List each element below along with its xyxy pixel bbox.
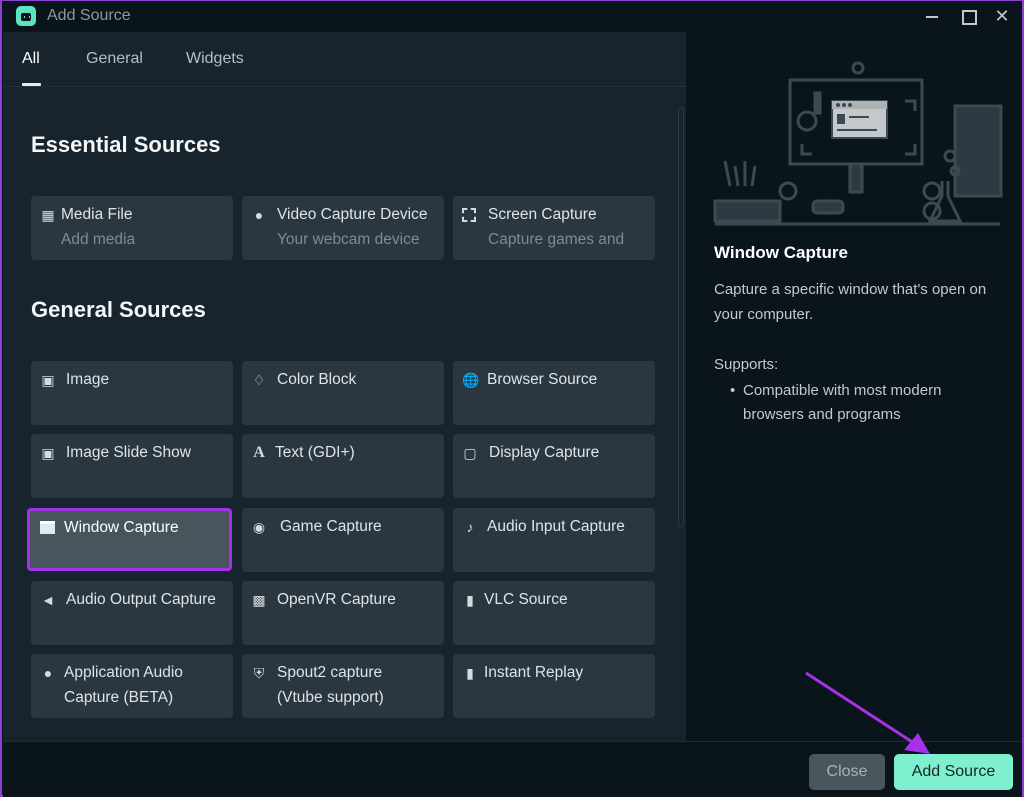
microphone-icon: ♪	[466, 519, 474, 535]
window-capture-illustration	[713, 61, 1003, 226]
user-icon: ●	[43, 665, 53, 681]
title-bar: Add Source ✕	[2, 1, 1022, 32]
screen-select-icon	[462, 208, 476, 222]
source-card-spout2-capture[interactable]: ⛨ Spout2 capture (Vtube support)	[242, 654, 444, 718]
source-card-audio-output-capture[interactable]: ◄ Audio Output Capture	[31, 581, 233, 645]
source-label: Video Capture Device	[277, 206, 428, 223]
source-label: Audio Output Capture	[66, 591, 216, 608]
source-card-application-audio-capture[interactable]: ● Application Audio Capture (BETA)	[31, 654, 233, 718]
source-label: Browser Source	[487, 371, 598, 388]
webcam-dot-icon	[851, 61, 865, 75]
supports-label: Supports:	[714, 356, 779, 373]
source-label-line2: Capture (BETA)	[64, 689, 174, 706]
file-icon: ▦	[41, 207, 55, 223]
source-card-instant-replay[interactable]: ▮ Instant Replay	[453, 654, 655, 718]
speaker-icon: ◄	[41, 592, 55, 608]
category-tabs: All General Widgets	[3, 32, 686, 87]
supports-list: Compatible with most modern browsers and…	[730, 379, 983, 427]
section-title-essential: Essential Sources	[31, 132, 221, 157]
section-title-general: General Sources	[31, 297, 206, 322]
source-card-openvr-capture[interactable]: ▩ OpenVR Capture	[242, 581, 444, 645]
shield-icon: ⛨	[253, 665, 265, 681]
pc-tower-icon	[953, 104, 1003, 198]
dialog-footer: Close Add Source	[3, 741, 1022, 797]
source-label: Image	[66, 371, 110, 388]
file-icon: ▮	[466, 665, 474, 681]
source-label: Window Capture	[64, 519, 179, 536]
source-description: Add media	[61, 231, 136, 248]
tab-general[interactable]: General	[86, 50, 143, 68]
detail-title: Window Capture	[714, 243, 848, 262]
window-icon	[40, 521, 55, 534]
source-card-text-gdi[interactable]: A Text (GDI+)	[242, 434, 444, 498]
source-card-window-capture[interactable]: Window Capture	[27, 508, 232, 571]
close-window-button[interactable]: ✕	[991, 5, 1013, 27]
text-icon: A	[253, 444, 265, 461]
source-label: VLC Source	[484, 591, 568, 608]
source-label: Game Capture	[280, 518, 382, 535]
source-label: Instant Replay	[484, 664, 584, 681]
source-card-video-capture-device[interactable]: ● Video Capture Device Your webcam devic…	[242, 196, 444, 260]
source-card-vlc-source[interactable]: ▮ VLC Source	[453, 581, 655, 645]
source-card-browser-source[interactable]: 🌐 Browser Source	[453, 361, 655, 425]
source-card-image[interactable]: ▣ Image	[31, 361, 233, 425]
source-label: Image Slide Show	[66, 444, 191, 461]
source-description: Capture games and	[488, 231, 625, 248]
globe-icon: 🌐	[462, 372, 480, 388]
tab-all[interactable]: All	[22, 50, 40, 68]
image-icon: ▣	[41, 372, 55, 388]
add-source-button[interactable]: Add Source	[894, 754, 1013, 790]
source-label: OpenVR Capture	[277, 591, 396, 608]
add-source-dialog: Add Source ✕ All General Widgets Essenti…	[0, 0, 1024, 797]
source-label: Media File	[61, 206, 133, 223]
paint-bucket-icon: ♢	[252, 372, 266, 388]
headphones-icon	[796, 110, 818, 132]
maximize-button[interactable]	[957, 5, 979, 27]
source-card-display-capture[interactable]: ▢ Display Capture	[453, 434, 655, 498]
source-label-line2: (Vtube support)	[277, 689, 384, 706]
streamlabs-logo-icon	[16, 6, 36, 26]
source-label: Audio Input Capture	[487, 518, 625, 535]
source-label: Spout2 capture	[277, 664, 383, 681]
source-label: Color Block	[277, 371, 357, 388]
minimize-button[interactable]	[921, 5, 943, 27]
source-label: Screen Capture	[488, 206, 597, 223]
file-icon: ▮	[466, 592, 474, 608]
vr-headset-icon: ▩	[252, 592, 266, 608]
monitor-icon: ▢	[463, 445, 477, 461]
detail-description: Capture a specific window that's open on…	[714, 281, 987, 323]
source-card-image-slide-show[interactable]: ▣ Image Slide Show	[31, 434, 233, 498]
tab-widgets[interactable]: Widgets	[186, 50, 244, 68]
source-label: Display Capture	[489, 444, 600, 461]
source-card-media-file[interactable]: ▦ Media File Add media	[31, 196, 233, 260]
source-detail-panel: Window Capture Capture a specific window…	[686, 32, 1022, 741]
source-card-game-capture[interactable]: ◉ Game Capture	[242, 508, 444, 572]
source-card-screen-capture[interactable]: Screen Capture Capture games and	[453, 196, 655, 260]
source-card-audio-input-capture[interactable]: ♪ Audio Input Capture	[453, 508, 655, 572]
gamepad-icon: ◉	[252, 519, 266, 535]
source-description: Your webcam device	[277, 231, 420, 248]
source-card-color-block[interactable]: ♢ Color Block	[242, 361, 444, 425]
supports-item: Compatible with most modern browsers and…	[730, 379, 983, 427]
active-tab-indicator	[22, 83, 41, 86]
source-label: Text (GDI+)	[275, 444, 355, 461]
source-label: Application Audio	[64, 664, 183, 681]
source-list-panel: All General Widgets Essential Sources ▦ …	[3, 32, 686, 741]
books-icon	[713, 199, 782, 223]
image-icon: ▣	[41, 445, 55, 461]
window-title: Add Source	[47, 7, 131, 24]
close-button[interactable]: Close	[809, 754, 885, 790]
webcam-icon: ●	[254, 207, 264, 223]
source-list-scrollbar[interactable]	[678, 107, 684, 527]
